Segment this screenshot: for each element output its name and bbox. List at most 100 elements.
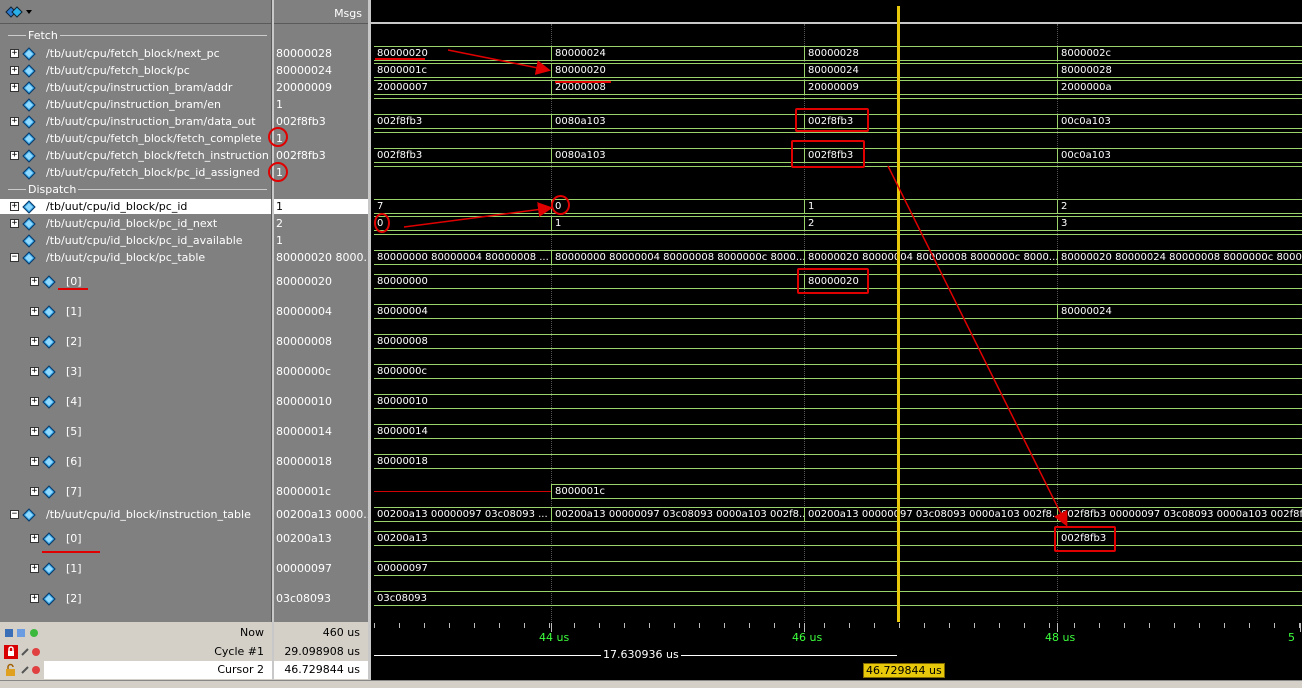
cursor-line[interactable] bbox=[897, 6, 900, 622]
signal-row[interactable]: + /tb/uut/cpu/fetch_block/fetch_instructi… bbox=[0, 148, 271, 163]
expand-icon[interactable]: + bbox=[30, 427, 39, 436]
signal-value-row[interactable]: 002f8fb3 bbox=[274, 148, 368, 163]
signal-value-row[interactable]: 80000028 bbox=[274, 46, 368, 61]
expand-icon[interactable]: + bbox=[30, 487, 39, 496]
wave-segment: 2000000a bbox=[1057, 80, 1302, 95]
wave-bus[interactable]: 8000000c bbox=[371, 364, 1302, 379]
expand-icon[interactable]: + bbox=[10, 151, 19, 160]
expand-icon[interactable]: + bbox=[10, 117, 19, 126]
wave-bus[interactable]: 80000008 bbox=[371, 334, 1302, 349]
signal-value-row[interactable]: 2 bbox=[274, 216, 368, 231]
signal-value-row[interactable]: 1 bbox=[274, 97, 368, 112]
expand-icon[interactable]: + bbox=[30, 307, 39, 316]
wave-bus[interactable]: 20000007 20000008 20000009 2000000a bbox=[371, 80, 1302, 95]
signal-name: /tb/uut/cpu/fetch_block/pc bbox=[46, 64, 190, 77]
signal-row[interactable]: + /tb/uut/cpu/instruction_bram/addr bbox=[0, 80, 271, 95]
wave-bus[interactable]: 80000010 bbox=[371, 394, 1302, 409]
signal-row[interactable]: + [4] bbox=[0, 394, 271, 409]
wave-bus[interactable]: 8000001c 80000020 80000024 80000028 bbox=[371, 63, 1302, 78]
signal-row[interactable]: + [6] bbox=[0, 454, 271, 469]
signal-value-row[interactable]: 1 bbox=[274, 131, 368, 146]
wave-bus[interactable]: 00200a13 002f8fb3 bbox=[371, 531, 1302, 546]
lock-open-icon[interactable] bbox=[4, 663, 44, 677]
signal-row[interactable]: + [1] bbox=[0, 304, 271, 319]
expand-icon[interactable]: + bbox=[10, 66, 19, 75]
signal-value-row[interactable]: 002f8fb3 bbox=[274, 114, 368, 129]
signal-row[interactable]: + [5] bbox=[0, 424, 271, 439]
expand-icon[interactable]: + bbox=[30, 594, 39, 603]
horizontal-scrollbar[interactable] bbox=[0, 680, 1302, 688]
signal-value-row[interactable]: 8000001c bbox=[274, 484, 368, 499]
expand-icon[interactable]: + bbox=[10, 219, 19, 228]
collapse-icon[interactable]: − bbox=[10, 253, 19, 262]
collapse-icon[interactable]: − bbox=[10, 510, 19, 519]
wave-bus[interactable]: 00200a13 00000097 03c08093 ... 00200a13 0… bbox=[371, 507, 1302, 522]
signal-row[interactable]: /tb/uut/cpu/fetch_block/fetch_complete bbox=[0, 131, 271, 146]
expand-icon[interactable]: + bbox=[30, 564, 39, 573]
signal-icon bbox=[42, 275, 56, 289]
signal-value-row[interactable]: 1 bbox=[274, 233, 368, 248]
signal-value-row[interactable]: 1 bbox=[274, 165, 368, 180]
signal-value-row[interactable]: 00000097 bbox=[274, 561, 368, 576]
signal-row[interactable]: + /tb/uut/cpu/fetch_block/next_pc bbox=[0, 46, 271, 61]
cursor-tools-icon[interactable] bbox=[4, 627, 44, 639]
signal-value-row[interactable]: 00200a13 0000... bbox=[274, 507, 374, 522]
signal-row[interactable]: + /tb/uut/cpu/id_block/pc_id bbox=[0, 199, 271, 214]
expand-icon[interactable]: + bbox=[30, 367, 39, 376]
signal-row[interactable]: /tb/uut/cpu/id_block/pc_id_available bbox=[0, 233, 271, 248]
wave-bus[interactable]: 80000020 80000024 80000028 8000002c bbox=[371, 46, 1302, 61]
signal-row[interactable]: − /tb/uut/cpu/id_block/pc_table bbox=[0, 250, 271, 265]
expand-icon[interactable]: + bbox=[30, 397, 39, 406]
signal-row[interactable]: /tb/uut/cpu/fetch_block/pc_id_assigned bbox=[0, 165, 271, 180]
minor-tick bbox=[724, 623, 725, 628]
wave-bus[interactable]: 00000097 bbox=[371, 561, 1302, 576]
signal-value-row[interactable]: 03c08093 bbox=[274, 591, 368, 606]
wave-bit[interactable] bbox=[371, 233, 1302, 248]
signal-row[interactable]: + [0] bbox=[0, 531, 271, 546]
signal-value-row[interactable]: 00200a13 bbox=[274, 531, 368, 546]
signal-value-row[interactable]: 20000009 bbox=[274, 80, 368, 95]
wave-bus[interactable]: 80000018 bbox=[371, 454, 1302, 469]
signal-value-row[interactable]: 80000004 bbox=[274, 304, 368, 319]
signal-value-row[interactable]: 80000014 bbox=[274, 424, 368, 439]
signal-value-row[interactable]: 1 bbox=[274, 199, 368, 214]
expand-icon[interactable]: + bbox=[10, 83, 19, 92]
signal-value-row[interactable]: 80000008 bbox=[274, 334, 368, 349]
cursor-time-badge[interactable]: 46.729844 us bbox=[863, 663, 945, 678]
wave-bus[interactable]: 80000004 80000024 bbox=[371, 304, 1302, 319]
signal-row[interactable]: + [2] bbox=[0, 591, 271, 606]
expand-icon[interactable]: + bbox=[30, 457, 39, 466]
signal-row[interactable]: + [7] bbox=[0, 484, 271, 499]
signal-row[interactable]: + [2] bbox=[0, 334, 271, 349]
expand-icon[interactable]: + bbox=[30, 337, 39, 346]
signal-value-row[interactable]: 80000020 bbox=[274, 274, 368, 289]
signal-row[interactable]: + /tb/uut/cpu/id_block/pc_id_next bbox=[0, 216, 271, 231]
signal-row[interactable]: /tb/uut/cpu/instruction_bram/en bbox=[0, 97, 271, 112]
signal-row[interactable]: + /tb/uut/cpu/instruction_bram/data_out bbox=[0, 114, 271, 129]
waveform-pane[interactable]: 80000020 80000024 80000028 8000002c 8000001c… bbox=[371, 0, 1302, 622]
signal-value-row[interactable]: 80000010 bbox=[274, 394, 368, 409]
wave-segment: 80000020 80000004 80000008 8000000c 8000… bbox=[804, 250, 1057, 265]
signal-row[interactable]: + [1] bbox=[0, 561, 271, 576]
signal-row[interactable]: + /tb/uut/cpu/fetch_block/pc bbox=[0, 63, 271, 78]
wave-bus[interactable]: 0123 bbox=[371, 216, 1302, 231]
wave-bus[interactable]: 8000001c bbox=[371, 484, 1302, 499]
signal-value-row[interactable]: 8000000c bbox=[274, 364, 368, 379]
signal-row[interactable]: + [0] bbox=[0, 274, 271, 289]
expand-icon[interactable]: + bbox=[10, 49, 19, 58]
wave-bus[interactable]: 7012 bbox=[371, 199, 1302, 214]
signal-row[interactable]: − /tb/uut/cpu/id_block/instruction_table bbox=[0, 507, 271, 522]
signal-row[interactable]: + [3] bbox=[0, 364, 271, 379]
signal-value-row[interactable]: 80000020 8000... bbox=[274, 250, 374, 265]
wave-toolbar-icon[interactable] bbox=[4, 5, 34, 19]
signal-value-row[interactable]: 80000024 bbox=[274, 63, 368, 78]
expand-icon[interactable]: + bbox=[30, 534, 39, 543]
lock-icon[interactable] bbox=[4, 645, 44, 659]
wave-bus[interactable]: 80000014 bbox=[371, 424, 1302, 439]
wave-bus[interactable]: 03c08093 bbox=[371, 591, 1302, 606]
wave-bus[interactable]: 80000000 80000004 80000008 ... 80000000 8… bbox=[371, 250, 1302, 265]
timeline-pane[interactable]: 44 us 46 us 48 us 5 17.630936 us 46.729844 us bbox=[371, 622, 1302, 680]
signal-value-row[interactable]: 80000018 bbox=[274, 454, 368, 469]
expand-icon[interactable]: + bbox=[10, 202, 19, 211]
expand-icon[interactable]: + bbox=[30, 277, 39, 286]
